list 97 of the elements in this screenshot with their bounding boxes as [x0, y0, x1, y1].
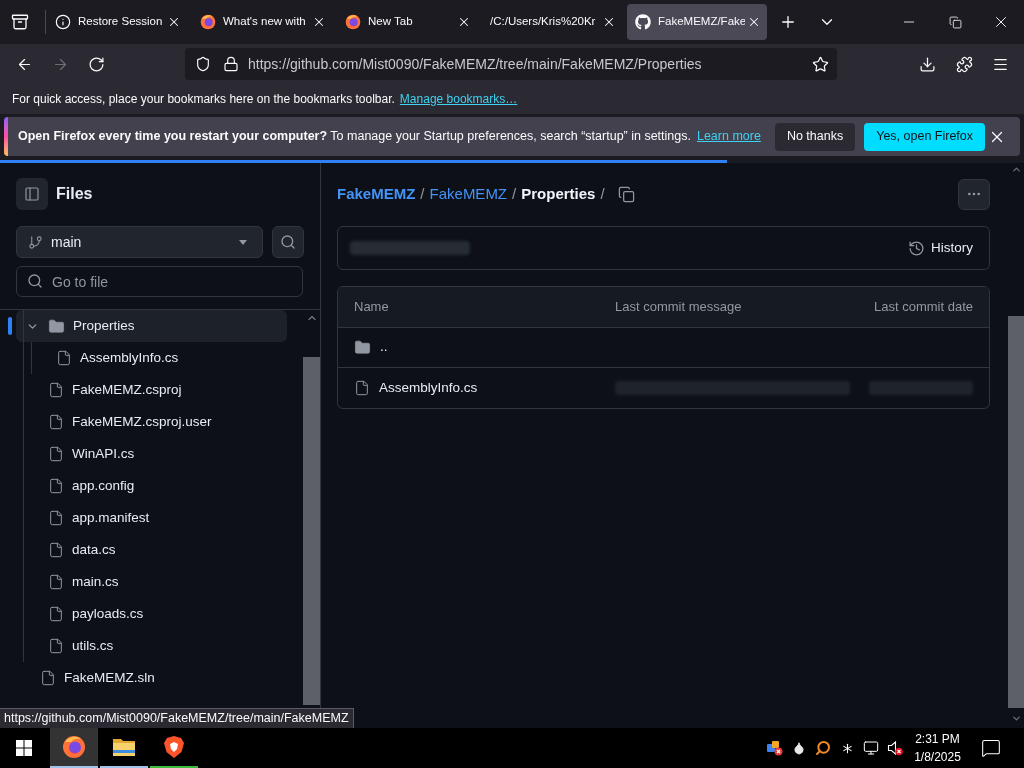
- search-icon: [27, 273, 43, 289]
- sidebar-title: Files: [56, 184, 93, 204]
- learn-more-link[interactable]: Learn more: [696, 127, 761, 146]
- go-to-file-field[interactable]: Go to file: [16, 266, 303, 297]
- file-icon: [48, 414, 64, 430]
- magnifier-icon[interactable]: [815, 740, 831, 756]
- scrollbar-thumb[interactable]: [303, 357, 320, 705]
- notification-message: Open Firefox every time you restart your computer? To manage your Startup preferences, search “startup” in settings.: [18, 128, 691, 146]
- tree-item[interactable]: WinAPI.cs: [16, 438, 287, 470]
- folder-icon: [354, 339, 371, 356]
- window-grid-icon[interactable]: [16, 740, 32, 756]
- reload-icon[interactable]: [87, 55, 105, 73]
- column-header: Last commit date: [874, 299, 973, 315]
- link-status-bar: https://github.com/Mist0090/FakeMEMZ/tree/main/FakeMEMZ: [0, 708, 354, 728]
- path-separator: /: [420, 183, 425, 204]
- path-separator: /: [600, 183, 605, 204]
- history-button[interactable]: History: [900, 234, 981, 262]
- tree-item[interactable]: FakeMEMZ.csproj.user: [16, 406, 287, 438]
- tree-item[interactable]: app.config: [16, 470, 287, 502]
- branch-button[interactable]: main: [16, 226, 263, 258]
- file-icon: [56, 350, 72, 366]
- shield-logo-icon: [163, 735, 185, 759]
- scrollbar-thumb[interactable]: [1008, 316, 1024, 708]
- monitor-icon[interactable]: [863, 740, 879, 756]
- tree-item[interactable]: FakeMEMZ.csproj: [16, 374, 287, 406]
- star-icon[interactable]: [812, 55, 829, 73]
- search-button[interactable]: [272, 226, 304, 258]
- current-folder-title: Properties: [521, 183, 596, 204]
- browser-tab[interactable]: What's new with: [192, 4, 332, 40]
- file-icon: [354, 380, 370, 396]
- tree-item[interactable]: data.cs: [16, 534, 287, 566]
- folder-link[interactable]: ..: [354, 337, 388, 358]
- cat-logo-icon: [635, 14, 651, 30]
- tray-box-icon[interactable]: [11, 13, 29, 31]
- clock-time: 2:31 PM: [915, 731, 960, 748]
- shield-icon[interactable]: [195, 56, 211, 72]
- globe-logo-icon: [200, 14, 216, 30]
- column-header: Name: [354, 299, 389, 315]
- browser-tab[interactable]: /C:/Users/Kris%20Kr: [482, 4, 622, 40]
- browser-tab[interactable]: New Tab: [337, 4, 477, 40]
- tree-item[interactable]: AssemblyInfo.cs: [16, 342, 287, 374]
- tree-item[interactable]: FakeMEMZ.sln: [16, 662, 287, 694]
- puzzle-icon[interactable]: [955, 55, 973, 73]
- address-bar[interactable]: https://github.com/Mist0090/FakeMEMZ/tree/main/FakeMEMZ/Properties: [185, 48, 837, 80]
- close-icon[interactable]: [167, 15, 181, 29]
- tree-item[interactable]: app.manifest: [16, 502, 287, 534]
- tree-item[interactable]: Properties: [16, 310, 287, 342]
- branch-icon: [28, 234, 43, 250]
- file-icon: [48, 510, 64, 526]
- confirm-button[interactable]: Yes, open Firefox: [864, 122, 985, 151]
- close-icon[interactable]: [457, 15, 471, 29]
- column-header: Last commit message: [615, 299, 742, 315]
- taskbar-button[interactable]: [50, 728, 98, 768]
- panel-toggle-button[interactable]: [16, 178, 48, 210]
- file-icon: [48, 478, 64, 494]
- file-link[interactable]: AssemblyInfo.cs: [354, 377, 478, 399]
- history-icon: [908, 239, 925, 257]
- tree-item[interactable]: utils.cs: [16, 630, 287, 662]
- plus-icon[interactable]: [779, 13, 797, 31]
- download-icon[interactable]: [918, 55, 936, 73]
- close-icon[interactable]: [747, 15, 761, 29]
- restore-icon[interactable]: [948, 15, 962, 29]
- file-icon: [40, 670, 56, 686]
- file-folder-icon: [112, 736, 136, 758]
- path-separator: /: [512, 183, 517, 204]
- panel-icon: [24, 186, 40, 202]
- copy-icon[interactable]: [617, 185, 635, 203]
- info-icon: [55, 14, 71, 30]
- notification-icon[interactable]: [981, 738, 1001, 758]
- breadcrumb-link[interactable]: FakeMEMZ: [429, 182, 508, 206]
- tree-item[interactable]: main.cs: [16, 566, 287, 598]
- search-icon: [280, 234, 296, 250]
- clock-date: 1/8/2025: [914, 749, 961, 766]
- droplet-icon[interactable]: [792, 741, 806, 755]
- selection-indicator: [8, 317, 12, 335]
- muted-speaker-icon[interactable]: [887, 740, 903, 756]
- breadcrumb-link[interactable]: FakeMEMZ: [337, 182, 416, 206]
- globe-logo-icon: [62, 735, 86, 759]
- close-icon[interactable]: [602, 15, 616, 29]
- globe-logo-icon: [345, 14, 361, 30]
- tree-item[interactable]: payloads.cs: [16, 598, 287, 630]
- browser-tab[interactable]: FakeMEMZ/Fake: [627, 4, 767, 40]
- file-icon: [48, 574, 64, 590]
- file-icon: [48, 446, 64, 462]
- file-icon: [48, 638, 64, 654]
- app-badge-icon[interactable]: [767, 740, 783, 756]
- manage-bookmarks-link[interactable]: Manage bookmarks…: [399, 90, 518, 108]
- file-icon: [48, 606, 64, 622]
- lock-icon[interactable]: [223, 56, 239, 72]
- bookmarks-hint: For quick access, place your bookmarks here on the bookmarks toolbar.: [12, 91, 395, 108]
- file-icon: [48, 382, 64, 398]
- file-icon: [48, 542, 64, 558]
- dismiss-button[interactable]: No thanks: [774, 122, 856, 151]
- browser-tab[interactable]: Restore Session: [47, 4, 187, 40]
- folder-icon: [48, 317, 65, 335]
- caret-icon: [239, 239, 247, 245]
- close-icon[interactable]: [312, 15, 326, 29]
